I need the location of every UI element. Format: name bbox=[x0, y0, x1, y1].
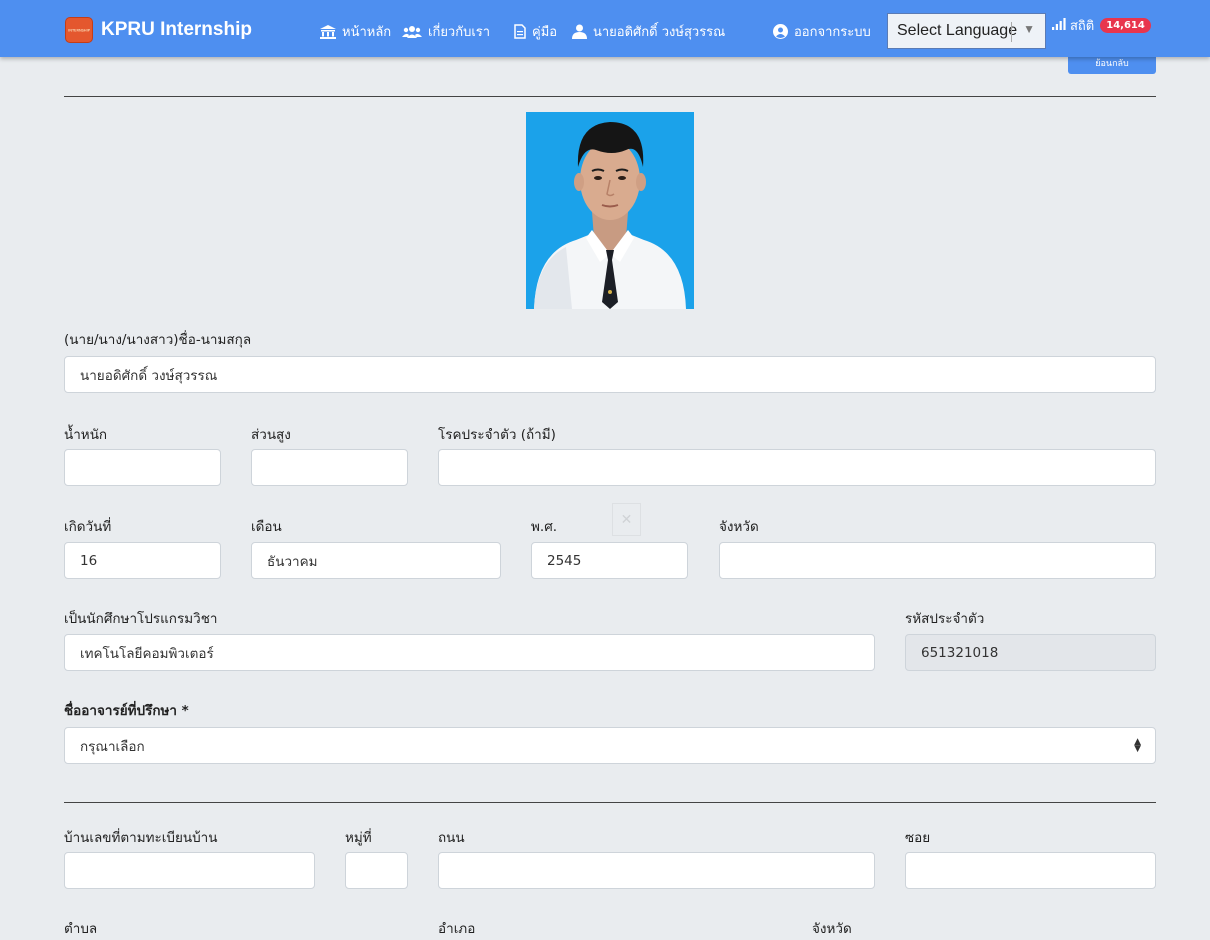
nav-logout[interactable]: ออกจากระบบ bbox=[773, 21, 871, 42]
back-button[interactable]: ย้อนกลับ bbox=[1068, 57, 1156, 74]
birth-day-field-value: 16 bbox=[80, 552, 98, 569]
birth-day-field[interactable]: 16 bbox=[64, 542, 221, 579]
birth-province-field[interactable] bbox=[719, 542, 1156, 579]
birth-year-field-value: 2545 bbox=[547, 552, 582, 569]
signal-bars-icon bbox=[1052, 17, 1066, 34]
user-icon bbox=[572, 24, 587, 39]
weight-field[interactable] bbox=[64, 449, 221, 486]
stats-count-badge: 14,614 bbox=[1100, 18, 1151, 33]
moo-field[interactable] bbox=[345, 852, 408, 889]
section-divider-address bbox=[64, 802, 1156, 803]
height-label: ส่วนสูง bbox=[251, 427, 291, 443]
advisor-select[interactable]: กรุณาเลือก ▲ ▼ bbox=[64, 727, 1156, 764]
language-select-divider bbox=[1011, 22, 1012, 42]
nav-home-label: หน้าหลัก bbox=[342, 25, 392, 40]
subdistrict-label: ตำบล bbox=[64, 921, 98, 937]
close-icon[interactable]: ✕ bbox=[612, 503, 641, 536]
brand-link[interactable]: INTERNSHIP KPRU Internship bbox=[65, 17, 252, 43]
soi-field[interactable] bbox=[905, 852, 1156, 889]
program-field-value: เทคโนโลยีคอมพิวเตอร์ bbox=[80, 645, 214, 662]
user-circle-icon bbox=[773, 24, 788, 39]
nav-about[interactable]: เกี่ยวกับเรา bbox=[402, 21, 490, 42]
student-id-field-value: 651321018 bbox=[921, 644, 999, 661]
height-field[interactable] bbox=[251, 449, 408, 486]
top-navbar: INTERNSHIP KPRU Internship หน้าหลัก เกี่… bbox=[0, 0, 1210, 57]
district-label: อำเภอ bbox=[438, 921, 476, 937]
soi-label: ซอย bbox=[905, 830, 931, 846]
nav-home[interactable]: หน้าหลัก bbox=[320, 21, 391, 42]
birth-month-label: เดือน bbox=[251, 519, 282, 535]
birth-month-field-value: ธันวาคม bbox=[267, 553, 318, 570]
disease-label: โรคประจำตัว (ถ้ามี) bbox=[438, 427, 556, 443]
nav-profile-label: นายอดิศักดิ์ วงษ์สุวรรณ bbox=[593, 25, 726, 40]
nav-profile[interactable]: นายอดิศักดิ์ วงษ์สุวรรณ bbox=[572, 21, 725, 42]
road-label: ถนน bbox=[438, 830, 465, 846]
bank-icon bbox=[320, 24, 336, 39]
nav-manual[interactable]: คู่มือ bbox=[514, 21, 557, 42]
house-no-label: บ้านเลขที่ตามทะเบียนบ้าน bbox=[64, 830, 218, 846]
advisor-label: ชื่ออาจารย์ที่ปรึกษา * bbox=[64, 703, 189, 719]
users-icon bbox=[402, 25, 422, 39]
birth-month-field[interactable]: ธันวาคม bbox=[251, 542, 501, 579]
nav-manual-label: คู่มือ bbox=[532, 25, 558, 40]
document-icon bbox=[514, 24, 526, 39]
student-photo bbox=[526, 112, 694, 309]
stats-link[interactable]: สถิติ 14,614 bbox=[1052, 15, 1151, 36]
student-id-field: 651321018 bbox=[905, 634, 1156, 671]
program-field[interactable]: เทคโนโลยีคอมพิวเตอร์ bbox=[64, 634, 875, 671]
stats-label: สถิติ bbox=[1070, 19, 1095, 34]
program-label: เป็นนักศึกษาโปรแกรมวิชา bbox=[64, 611, 218, 627]
language-select[interactable]: Select Language ▼ bbox=[887, 13, 1046, 49]
birth-province-label: จังหวัด bbox=[719, 519, 759, 535]
section-divider-top bbox=[64, 96, 1156, 97]
name-field[interactable]: นายอดิศักดิ์ วงษ์สุวรรณ bbox=[64, 356, 1156, 393]
name-field-value: นายอดิศักดิ์ วงษ์สุวรรณ bbox=[80, 367, 218, 384]
name-label: (นาย/นาง/นางสาว)ชื่อ-นามสกุล bbox=[64, 332, 252, 348]
nav-logout-label: ออกจากระบบ bbox=[794, 25, 871, 40]
chevron-down-icon: ▼ bbox=[1023, 22, 1035, 36]
brand-logo-text: INTERNSHIP bbox=[68, 27, 90, 33]
province-label: จังหวัด bbox=[812, 921, 852, 937]
weight-label: น้ำหนัก bbox=[64, 427, 108, 443]
back-button-label: ย้อนกลับ bbox=[1095, 59, 1129, 69]
advisor-select-value: กรุณาเลือก bbox=[80, 738, 145, 755]
moo-label: หมู่ที่ bbox=[345, 830, 372, 846]
house-no-field[interactable] bbox=[64, 852, 315, 889]
birth-day-label: เกิดวันที่ bbox=[64, 519, 112, 535]
nav-about-label: เกี่ยวกับเรา bbox=[428, 25, 491, 40]
language-select-value: Select Language bbox=[897, 22, 1018, 39]
disease-field[interactable] bbox=[438, 449, 1156, 486]
road-field[interactable] bbox=[438, 852, 875, 889]
birth-year-field[interactable]: 2545 bbox=[531, 542, 688, 579]
student-id-label: รหัสประจำตัว bbox=[905, 611, 985, 627]
brand-logo: INTERNSHIP bbox=[65, 17, 93, 43]
select-caret-icon: ▲ ▼ bbox=[1134, 737, 1141, 754]
brand-title: KPRU Internship bbox=[101, 19, 252, 40]
birth-year-label: พ.ศ. bbox=[531, 519, 558, 535]
